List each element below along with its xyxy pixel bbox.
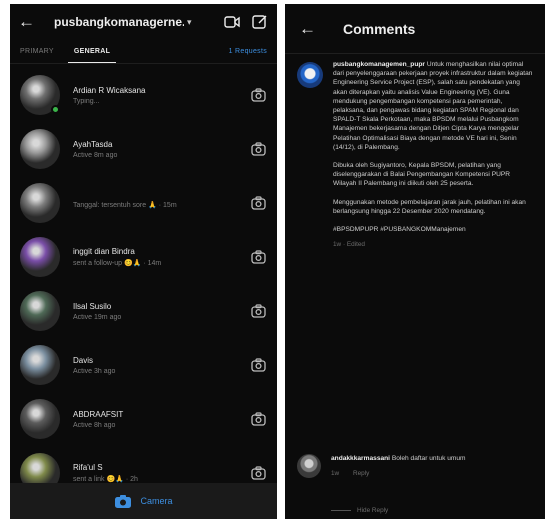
avatar[interactable] xyxy=(20,291,60,331)
avatar[interactable] xyxy=(20,345,60,385)
thread-status: Active 8m ago xyxy=(73,151,118,159)
camera-icon[interactable] xyxy=(249,194,267,212)
hide-replies-label: Hide Reply xyxy=(357,507,389,514)
comments-screen: ← Comments pusbangkomanagemen_pupr Untuk… xyxy=(285,4,545,519)
chevron-down-icon[interactable]: ▾ xyxy=(187,17,192,28)
thread-name: Ilsal Susilo xyxy=(73,301,112,311)
back-arrow-icon[interactable]: ← xyxy=(299,19,321,39)
tab-primary[interactable]: PRIMARY xyxy=(10,48,64,55)
thread-name: inggit dian Bindra xyxy=(73,247,135,256)
page-title: Comments xyxy=(343,20,416,37)
post-username[interactable]: pusbangkomanagemen_pupr xyxy=(333,61,425,68)
thread-name: Rifa'ul S xyxy=(73,463,103,472)
requests-link[interactable]: 1 Requests xyxy=(229,48,277,55)
avatar[interactable] xyxy=(20,75,60,115)
thread-name: AyahTasda xyxy=(73,139,113,149)
list-item[interactable]: Ardian R Wicaksana Typing... xyxy=(10,68,277,122)
thread-status: Typing... xyxy=(73,97,100,105)
camera-label: Camera xyxy=(140,496,173,506)
direct-messages-screen: ← pusbangkomanagerne... ▾ PRIMARY GENERA… xyxy=(10,4,277,519)
thread-name: Davis xyxy=(73,355,94,365)
caption-paragraph: Dibuka oleh Sugiyantoro, Kepala BPSDM, p… xyxy=(333,162,511,188)
list-item[interactable]: inggit dian Bindra sent a follow-up 😊🙏 · … xyxy=(10,230,277,284)
camera-icon[interactable] xyxy=(249,356,267,374)
dm-tabs: PRIMARY GENERAL 1 Requests xyxy=(10,40,277,64)
caption-paragraph: Untuk menghasilkan nilai optimal dari pe… xyxy=(333,61,533,151)
caption-paragraph: Menggunakan metode pembelajaran jarak ja… xyxy=(333,198,526,215)
thread-status: Tanggal: tersentuh sore 🙏 · 15m xyxy=(73,201,177,209)
new-message-icon[interactable] xyxy=(251,13,269,31)
comment-text: Boleh daftar untuk umum xyxy=(391,455,466,462)
thread-status: sent a link 😊🙏 · 2h xyxy=(73,476,138,483)
camera-icon xyxy=(115,494,132,508)
thread-name: ABDRAAFSIT xyxy=(73,409,124,419)
thread-name: Ardian R Wicaksana xyxy=(73,85,146,95)
post-caption: pusbangkomanagemen_pupr Untuk menghasilk… xyxy=(297,60,535,249)
thread-status: Active 8h ago xyxy=(73,421,116,429)
caption-text: pusbangkomanagemen_pupr Untuk menghasilk… xyxy=(333,60,535,249)
list-item[interactable]: AyahTasda Active 8m ago xyxy=(10,122,277,176)
list-item[interactable]: Davis Active 3h ago xyxy=(10,338,277,392)
camera-icon[interactable] xyxy=(249,248,267,266)
list-item[interactable]: Ilsal Susilo Active 19m ago xyxy=(10,284,277,338)
video-call-icon[interactable] xyxy=(223,13,241,31)
comments-header: ← Comments xyxy=(285,4,545,54)
comment-item: andakkkarmassani Boleh daftar untuk umum… xyxy=(297,454,535,478)
avatar[interactable] xyxy=(20,399,60,439)
thread-status: sent a follow-up 😊🙏 · 14m xyxy=(73,260,162,267)
caption-meta: 1w · Edited xyxy=(333,241,365,249)
avatar[interactable] xyxy=(20,183,60,223)
comment-username[interactable]: andakkkarmassani xyxy=(331,455,390,462)
camera-icon[interactable] xyxy=(249,410,267,428)
avatar[interactable] xyxy=(20,129,60,169)
back-arrow-icon[interactable]: ← xyxy=(18,12,40,32)
tab-general[interactable]: GENERAL xyxy=(64,48,120,63)
reply-button[interactable]: Reply xyxy=(353,470,369,477)
camera-button[interactable]: Camera xyxy=(10,483,277,519)
thread-status: Active 3h ago xyxy=(73,367,116,375)
dm-header: ← pusbangkomanagerne... ▾ xyxy=(10,4,277,40)
account-title[interactable]: pusbangkomanagerne... xyxy=(54,15,184,29)
list-item[interactable]: Tanggal: tersentuh sore 🙏 · 15m xyxy=(10,176,277,230)
avatar[interactable] xyxy=(297,454,321,478)
list-item[interactable]: ABDRAAFSIT Active 8h ago xyxy=(10,392,277,446)
hide-replies-button[interactable]: Hide Reply xyxy=(331,507,388,514)
camera-icon[interactable] xyxy=(249,464,267,482)
camera-icon[interactable] xyxy=(249,140,267,158)
thread-list: Ardian R Wicaksana Typing... AyahTasda Acti… xyxy=(10,68,277,500)
comment-time: 1w xyxy=(331,470,340,477)
camera-icon[interactable] xyxy=(249,86,267,104)
caption-hashtags[interactable]: #BPSDMPUPR #PUSBANGKOMManajemen xyxy=(333,225,535,234)
camera-icon[interactable] xyxy=(249,302,267,320)
thread-status: Active 19m ago xyxy=(73,313,122,321)
online-indicator xyxy=(51,105,60,114)
avatar[interactable] xyxy=(20,237,60,277)
avatar[interactable] xyxy=(297,62,323,88)
